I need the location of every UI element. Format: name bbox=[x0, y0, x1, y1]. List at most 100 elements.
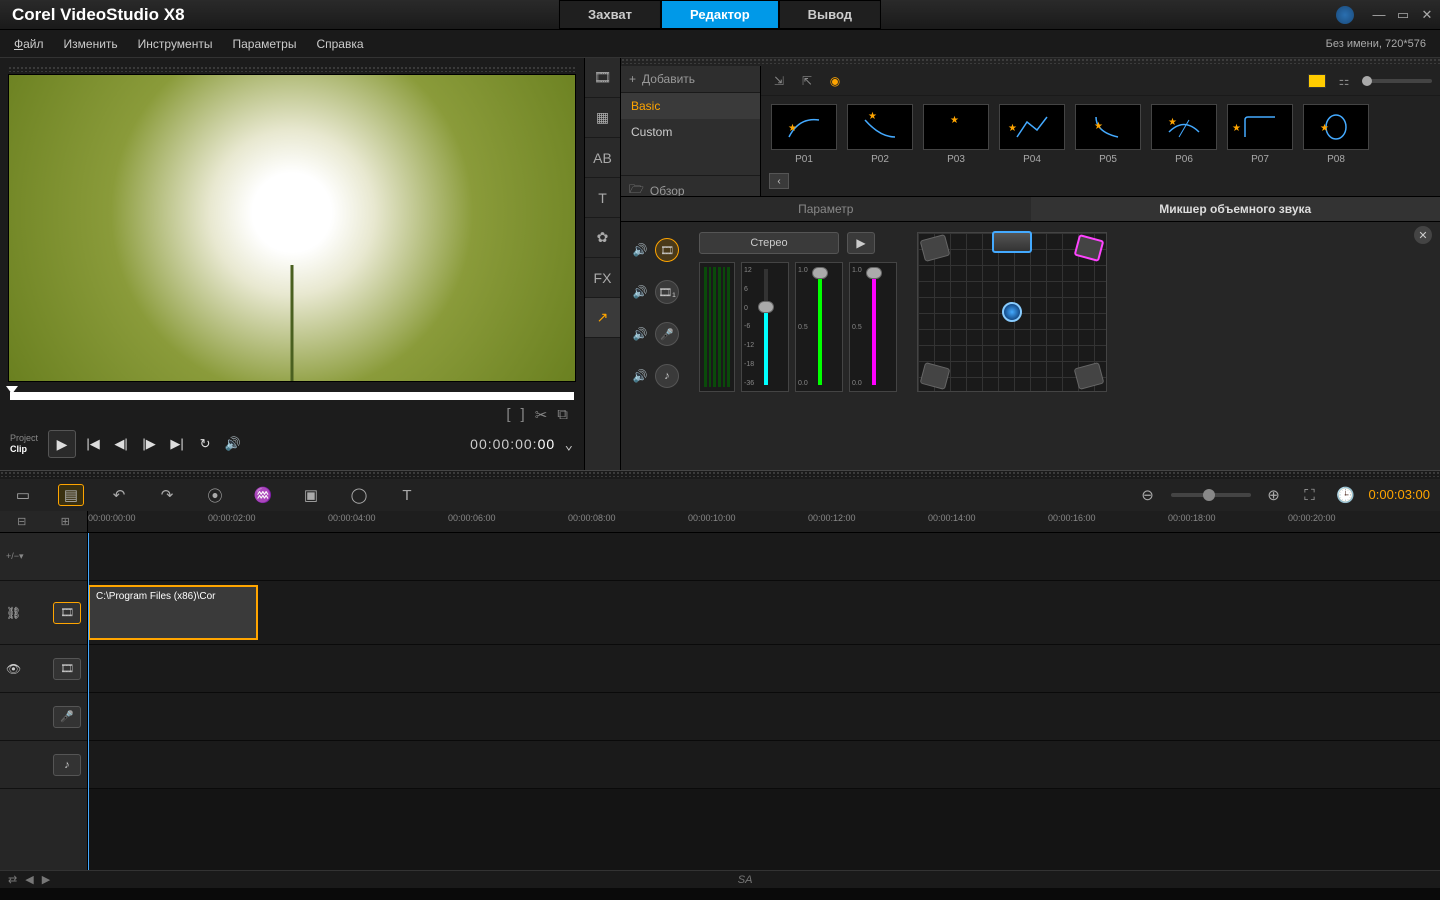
graphics-tab-button[interactable]: ✿ bbox=[585, 218, 620, 258]
marker-lane[interactable] bbox=[88, 533, 1440, 581]
preset-p07[interactable]: ★P07 bbox=[1227, 104, 1293, 165]
main-fader[interactable]: 1260-6-12-18-36 bbox=[741, 262, 789, 392]
text-tab-button[interactable]: T bbox=[585, 178, 620, 218]
storyboard-view-button[interactable]: ▭ bbox=[10, 484, 36, 506]
zoom-slider[interactable] bbox=[1171, 493, 1251, 497]
chapter-button[interactable]: ▣ bbox=[298, 484, 324, 506]
scrub-handle-icon[interactable] bbox=[6, 386, 18, 394]
timeline-view-button[interactable]: ▤ bbox=[58, 484, 84, 506]
voice-track-header[interactable]: 🎤 bbox=[0, 693, 87, 741]
add-track-header[interactable]: +/−▾ bbox=[0, 533, 87, 581]
overlay-track-header[interactable]: 👁🎞 bbox=[0, 645, 87, 693]
overlay-lane[interactable] bbox=[88, 645, 1440, 693]
preset-p01[interactable]: ★P01 bbox=[771, 104, 837, 165]
goto-end-button[interactable]: ▶| bbox=[166, 433, 188, 455]
mark-in-button[interactable]: [ bbox=[506, 406, 510, 424]
mute-voice-icon[interactable]: 🔊 bbox=[631, 325, 649, 343]
center-fader[interactable]: 1.00.50.0 bbox=[795, 262, 843, 392]
mute-overlay-icon[interactable]: 🔊 bbox=[631, 283, 649, 301]
transitions-tab-button[interactable]: ▦ bbox=[585, 98, 620, 138]
mute-video-icon[interactable]: 🔊 bbox=[631, 241, 649, 259]
split-button[interactable]: ✂ bbox=[535, 406, 548, 424]
menu-params[interactable]: Параметры bbox=[232, 37, 296, 51]
tab-parameter[interactable]: Параметр bbox=[621, 197, 1031, 221]
track-lanes[interactable]: C:\Program Files (x86)\Cor bbox=[88, 533, 1440, 870]
collapse-tracks-icon[interactable]: ⊟ bbox=[17, 515, 26, 528]
audio-button[interactable]: ♒ bbox=[250, 484, 276, 506]
panel-grip[interactable] bbox=[8, 66, 576, 72]
track-link-icon[interactable]: ⛓ bbox=[6, 606, 21, 620]
add-category-button[interactable]: +Добавить bbox=[621, 66, 760, 93]
tab-capture[interactable]: Захват bbox=[559, 0, 661, 29]
surround-field[interactable] bbox=[917, 232, 1107, 392]
import-icon[interactable]: ⇲ bbox=[769, 71, 789, 91]
scroll-left-button[interactable]: ‹ bbox=[769, 173, 789, 189]
preview-viewport[interactable] bbox=[8, 74, 576, 382]
stereo-mode-label[interactable]: Стерео bbox=[699, 232, 839, 254]
scroll-left-icon[interactable]: ◀ bbox=[25, 873, 33, 886]
goto-start-button[interactable]: |◀ bbox=[82, 433, 104, 455]
preset-p02[interactable]: ★P02 bbox=[847, 104, 913, 165]
mute-music-icon[interactable]: 🔊 bbox=[631, 367, 649, 385]
minimize-button[interactable]: — bbox=[1372, 8, 1386, 22]
menu-file[interactable]: Файл bbox=[14, 37, 44, 51]
undo-button[interactable]: ↶ bbox=[106, 484, 132, 506]
export-icon[interactable]: ⇱ bbox=[797, 71, 817, 91]
preset-p06[interactable]: ★P06 bbox=[1151, 104, 1217, 165]
tab-editor[interactable]: Редактор bbox=[661, 0, 779, 29]
music-track-selector[interactable]: ♪ bbox=[655, 364, 679, 388]
subtitle-button[interactable]: T bbox=[394, 484, 420, 506]
thumbnail-view-button[interactable] bbox=[1308, 74, 1326, 88]
menu-help[interactable]: Справка bbox=[316, 37, 363, 51]
overlay-track-selector[interactable]: 🎞₁ bbox=[655, 280, 679, 304]
preview-timecode[interactable]: 00:00:00:00 ⌄ bbox=[470, 436, 574, 453]
redo-button[interactable]: ↷ bbox=[154, 484, 180, 506]
track-motion-button[interactable]: ◯ bbox=[346, 484, 372, 506]
timeline-timecode[interactable]: 0:00:03:00 bbox=[1369, 487, 1430, 503]
fx-tab-button[interactable]: FX bbox=[585, 258, 620, 298]
snapshot-button[interactable]: ⧉ bbox=[557, 406, 568, 424]
prev-frame-button[interactable]: ◀| bbox=[110, 433, 132, 455]
video-track-header[interactable]: ⛓🎞 bbox=[0, 581, 87, 645]
fit-project-button[interactable]: ⛶ bbox=[1297, 484, 1323, 506]
media-tab-button[interactable]: 🎞 bbox=[585, 58, 620, 98]
preset-p08[interactable]: ★P08 bbox=[1303, 104, 1369, 165]
tab-output[interactable]: Вывод bbox=[779, 0, 881, 29]
close-button[interactable]: ✕ bbox=[1420, 8, 1434, 22]
time-ruler[interactable]: 00:00:00:00 00:00:02:00 00:00:04:00 00:0… bbox=[88, 511, 1440, 532]
music-lane[interactable] bbox=[88, 741, 1440, 789]
panel-grip[interactable] bbox=[621, 58, 1440, 64]
maximize-button[interactable]: ▭ bbox=[1396, 8, 1410, 22]
preset-p03[interactable]: ★P03 bbox=[923, 104, 989, 165]
list-view-button[interactable]: ⚏ bbox=[1334, 71, 1354, 91]
video-clip[interactable]: C:\Program Files (x86)\Cor bbox=[88, 585, 258, 640]
menu-tools[interactable]: Инструменты bbox=[138, 37, 213, 51]
surround-position-handle[interactable] bbox=[1002, 302, 1022, 322]
video-lane[interactable]: C:\Program Files (x86)\Cor bbox=[88, 581, 1440, 645]
preview-scrubber[interactable] bbox=[10, 392, 574, 400]
category-custom[interactable]: Custom bbox=[621, 119, 760, 145]
sort-icon[interactable]: ◉ bbox=[825, 71, 845, 91]
zoom-in-button[interactable]: ⊕ bbox=[1261, 484, 1287, 506]
next-frame-button[interactable]: |▶ bbox=[138, 433, 160, 455]
updates-icon[interactable] bbox=[1336, 6, 1354, 24]
thumb-size-slider[interactable] bbox=[1362, 79, 1432, 83]
video-track-selector[interactable]: 🎞 bbox=[655, 238, 679, 262]
titles-tab-button[interactable]: AB bbox=[585, 138, 620, 178]
preview-mode-toggle[interactable]: Project Clip bbox=[10, 433, 38, 455]
tab-surround-mixer[interactable]: Микшер объемного звука bbox=[1031, 197, 1440, 221]
voice-track-selector[interactable]: 🎤 bbox=[655, 322, 679, 346]
panel-grip[interactable] bbox=[0, 471, 1440, 477]
scroll-mode-icon[interactable]: ⇄ bbox=[8, 873, 17, 886]
close-mixer-button[interactable]: ✕ bbox=[1414, 226, 1432, 244]
record-button[interactable]: ⦿ bbox=[202, 484, 228, 506]
preset-p05[interactable]: ★P05 bbox=[1075, 104, 1141, 165]
play-button[interactable]: ▶ bbox=[48, 430, 76, 458]
category-basic[interactable]: Basic bbox=[621, 93, 760, 119]
music-track-header[interactable]: ♪ bbox=[0, 741, 87, 789]
project-duration-icon[interactable]: 🕒 bbox=[1333, 484, 1359, 506]
paths-tab-button[interactable]: ↗ bbox=[585, 298, 620, 338]
sub-fader[interactable]: 1.00.50.0 bbox=[849, 262, 897, 392]
track-visibility-icon[interactable]: 👁 bbox=[6, 662, 21, 676]
volume-button[interactable]: 🔊 bbox=[222, 433, 244, 455]
